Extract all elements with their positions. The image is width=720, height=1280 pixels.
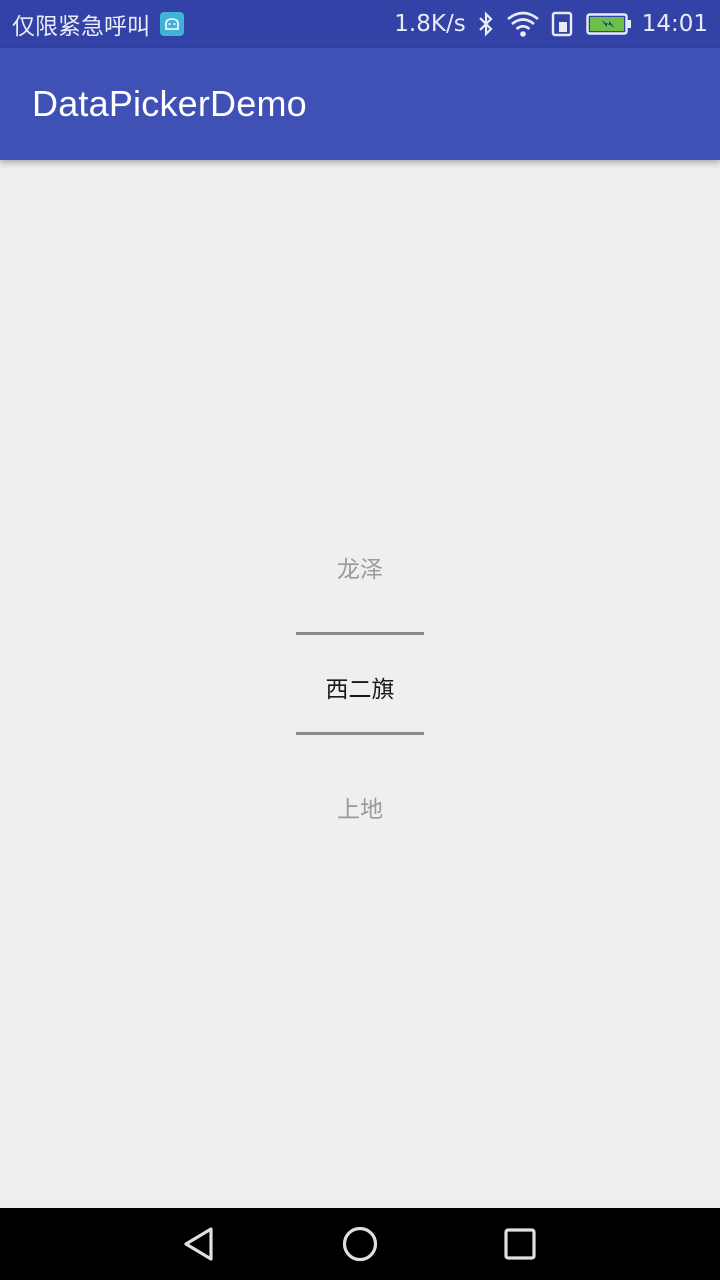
picker-item-selected[interactable]: 西二旗 bbox=[296, 670, 424, 704]
app-bar: DataPickerDemo bbox=[0, 48, 720, 160]
recents-icon bbox=[504, 1228, 536, 1260]
wifi-icon bbox=[506, 10, 540, 38]
battery-charging-icon bbox=[586, 12, 632, 36]
clock-time: 14:01 bbox=[641, 11, 708, 37]
carrier-text: 仅限紧急呼叫 bbox=[12, 14, 150, 40]
app-title: DataPickerDemo bbox=[32, 83, 307, 124]
picker-item-previous[interactable]: 龙泽 bbox=[296, 550, 424, 584]
sim-icon bbox=[550, 10, 576, 38]
status-bar: 仅限紧急呼叫 1.8K/s 14:01 bbox=[0, 0, 720, 48]
recents-button[interactable] bbox=[472, 1208, 568, 1280]
picker-divider-bottom bbox=[296, 732, 424, 735]
navigation-bar bbox=[0, 1208, 720, 1280]
back-button[interactable] bbox=[152, 1208, 248, 1280]
network-speed: 1.8K/s bbox=[394, 11, 466, 37]
back-icon bbox=[184, 1227, 213, 1261]
picker-divider-top bbox=[296, 632, 424, 635]
bluetooth-icon bbox=[476, 10, 496, 38]
data-picker[interactable]: 龙泽 西二旗 上地 bbox=[296, 520, 424, 860]
android-notification-icon bbox=[160, 12, 184, 36]
home-button[interactable] bbox=[312, 1208, 408, 1280]
picker-item-next[interactable]: 上地 bbox=[296, 790, 424, 824]
home-icon bbox=[342, 1226, 378, 1262]
